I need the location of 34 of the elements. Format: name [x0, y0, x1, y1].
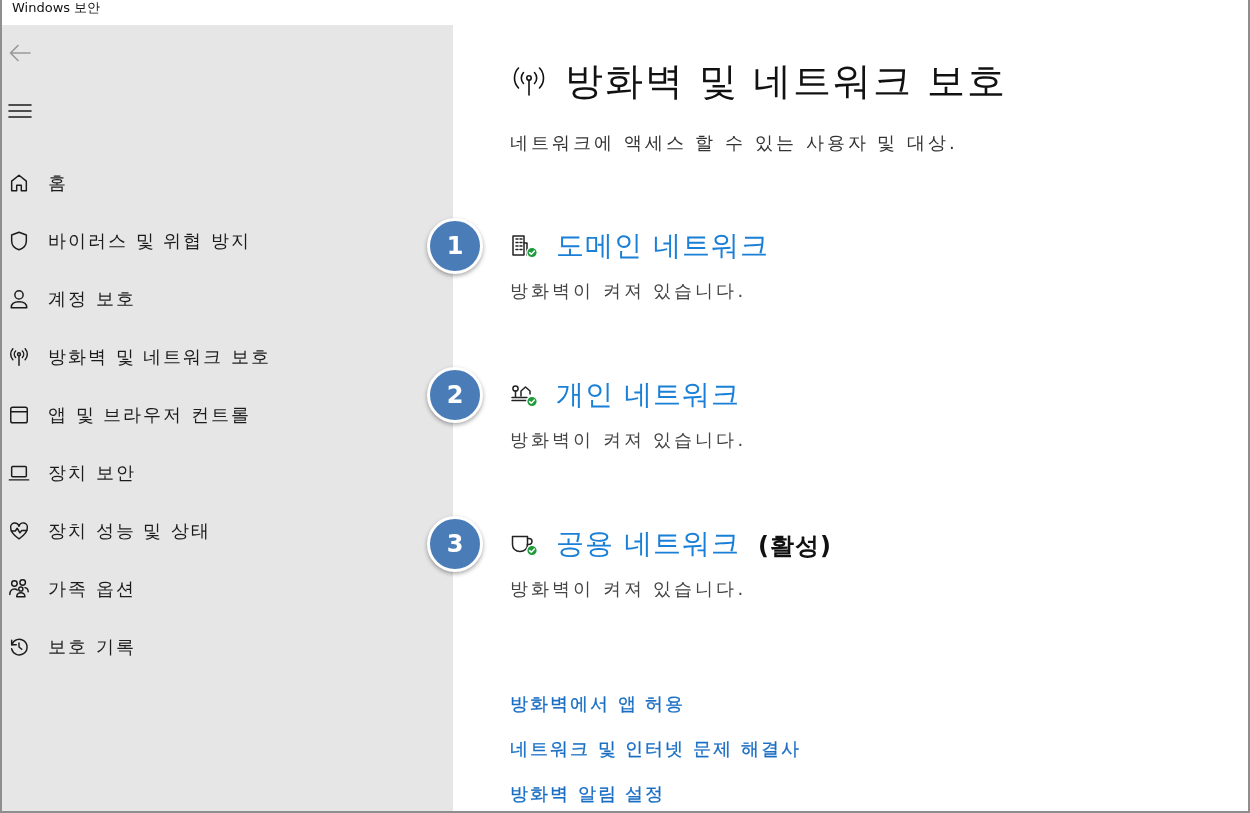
window-title: Windows 보안 [12, 0, 101, 15]
person-icon [8, 288, 30, 310]
settings-link[interactable]: 방화벽에서 앱 허용 [510, 691, 686, 717]
network-link[interactable]: 공용 네트워크 [556, 526, 740, 562]
nav-item[interactable]: 장치 보안 [2, 444, 146, 502]
network-link[interactable]: 도메인 네트워크 [556, 228, 769, 264]
settings-link[interactable]: 방화벽 알림 설정 [510, 781, 666, 807]
history-icon [8, 636, 30, 658]
nav-item[interactable]: 앱 및 브라우저 컨트롤 [2, 386, 262, 444]
settings-link[interactable]: 네트워크 및 인터넷 문제 해결사 [510, 736, 801, 762]
nav-item[interactable]: 바이러스 및 위협 방지 [2, 212, 262, 270]
network-link[interactable]: 개인 네트워크 [556, 377, 740, 413]
window-icon [8, 404, 30, 426]
status-text: 방화벽이 켜져 있습니다. [510, 279, 748, 303]
nav-item[interactable]: 장치 성능 및 상태 [2, 502, 222, 560]
status-text: 방화벽이 켜져 있습니다. [510, 577, 748, 601]
heart-pulse-icon [8, 520, 30, 542]
status-text: 방화벽이 켜져 있습니다. [510, 428, 747, 452]
page-title: 방화벽 및 네트워크 보호 [565, 58, 1008, 104]
step-number-badge: 2 [427, 367, 483, 423]
step-number-badge: 3 [427, 516, 483, 572]
antenna-icon [8, 346, 30, 368]
nav-item[interactable]: 보호 기록 [2, 618, 146, 676]
page-subtitle: 네트워크에 액세스 할 수 있는 사용자 및 대상. [510, 131, 958, 155]
step-number-badge: 1 [427, 218, 483, 274]
nav-item[interactable]: 홈 [2, 154, 78, 212]
house-icon [8, 172, 30, 194]
nav-item[interactable]: 방화벽 및 네트워크 보호 [2, 328, 282, 386]
shield-icon [8, 230, 30, 252]
active-label: (활성) [757, 531, 832, 562]
menu-icon [8, 103, 32, 119]
nav-item[interactable]: 가족 옵션 [2, 560, 146, 618]
nav-item[interactable]: 계정 보호 [2, 270, 146, 328]
family-icon [8, 578, 30, 600]
